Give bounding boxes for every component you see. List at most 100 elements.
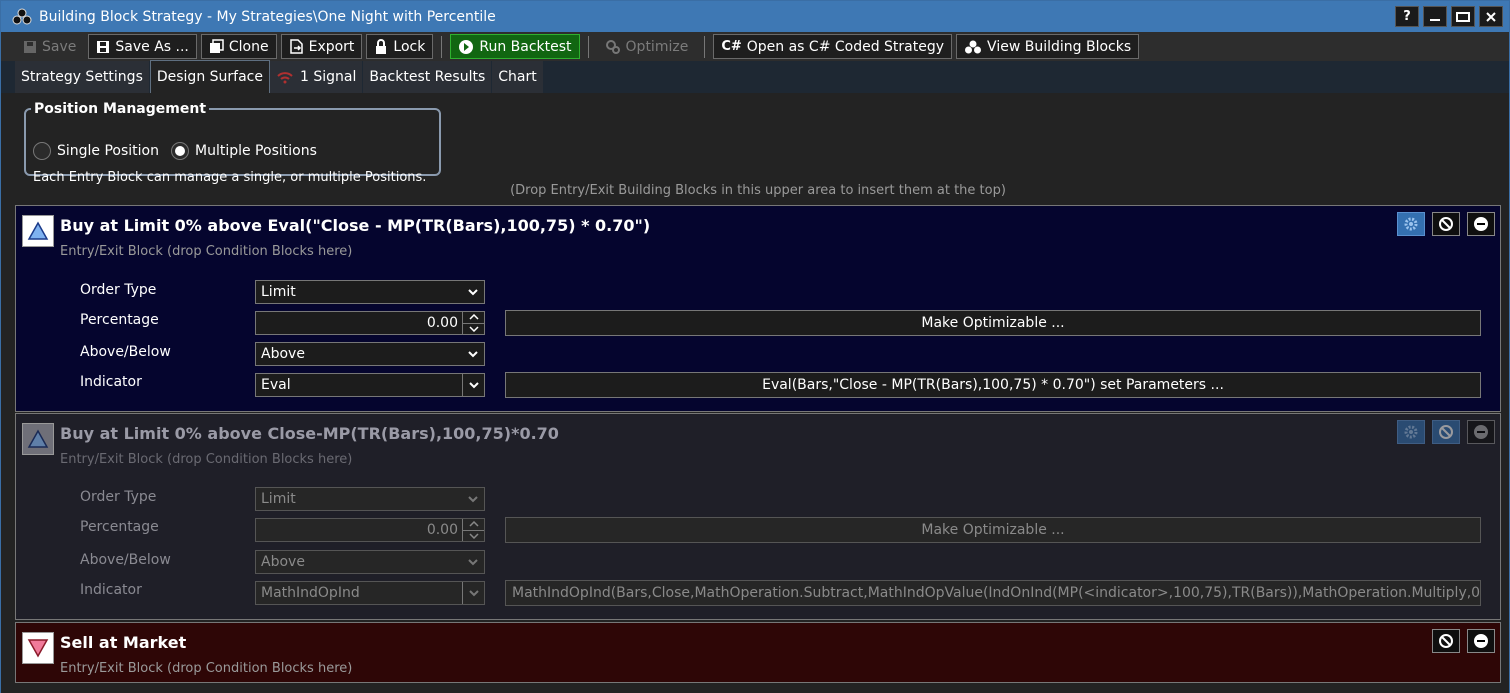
chevron-down-icon[interactable]	[462, 582, 484, 604]
chevron-down-icon	[468, 289, 478, 296]
tab-label: 1 Signal	[299, 69, 357, 85]
position-management-legend: Position Management	[34, 101, 207, 117]
gear-icon	[1404, 425, 1418, 439]
help-button[interactable]: ?	[1395, 6, 1419, 27]
block-subtitle: Entry/Exit Block (drop Condition Blocks …	[60, 244, 353, 259]
buy-triangle-icon	[22, 215, 54, 247]
spin-down-icon[interactable]	[463, 324, 484, 335]
tab-strip: Strategy Settings Design Surface 1 Signa…	[1, 60, 1509, 93]
tab-label: Chart	[498, 69, 537, 85]
make-optimizable-button[interactable]: Make Optimizable ...	[505, 517, 1481, 543]
multiple-positions-label[interactable]: Multiple Positions	[195, 143, 317, 159]
export-button[interactable]: Export	[280, 34, 363, 59]
buy-triangle-icon	[22, 423, 54, 455]
block-remove-button[interactable]	[1467, 420, 1495, 444]
chevron-down-icon	[468, 559, 478, 566]
above-below-select[interactable]: Above	[255, 342, 485, 366]
run-backtest-button[interactable]: Run Backtest	[450, 34, 580, 59]
save-label: Save	[42, 38, 77, 55]
percentage-value: 0.00	[426, 315, 458, 331]
building-blocks-icon	[965, 40, 982, 53]
block-disable-button[interactable]	[1432, 629, 1460, 653]
view-building-blocks-button[interactable]: View Building Blocks	[956, 34, 1140, 59]
optimize-button[interactable]: Optimize	[597, 34, 697, 59]
tab-label: Backtest Results	[369, 69, 486, 85]
indicator-label: Indicator	[80, 582, 142, 598]
make-optimizable-button[interactable]: Make Optimizable ...	[505, 310, 1481, 336]
close-button[interactable]	[1479, 6, 1503, 27]
above-below-value: Above	[261, 554, 305, 570]
single-position-label[interactable]: Single Position	[57, 143, 159, 159]
chevron-down-icon	[468, 496, 478, 503]
block-subtitle: Entry/Exit Block (drop Condition Blocks …	[60, 452, 353, 467]
indicator-select[interactable]: Eval	[255, 373, 485, 397]
open-csharp-button[interactable]: C# Open as C# Coded Strategy	[713, 34, 953, 59]
lock-button[interactable]: Lock	[366, 34, 434, 59]
close-icon	[1486, 11, 1496, 22]
remove-icon	[1474, 217, 1488, 231]
view-building-blocks-label: View Building Blocks	[987, 38, 1132, 55]
exit-block[interactable]: Sell at Market Entry/Exit Block (drop Co…	[15, 622, 1501, 683]
order-type-value: Limit	[261, 491, 296, 507]
gears-icon	[605, 39, 620, 54]
maximize-icon	[1456, 11, 1470, 22]
indicator-parameters-button[interactable]: Eval(Bars,"Close - MP(TR(Bars),100,75) *…	[505, 372, 1481, 398]
single-position-radio[interactable]	[33, 142, 51, 160]
block-remove-button[interactable]	[1467, 212, 1495, 236]
minimize-button[interactable]	[1423, 6, 1447, 27]
multiple-positions-radio[interactable]	[171, 142, 189, 160]
spin-down-icon[interactable]	[463, 531, 484, 542]
tab-chart[interactable]: Chart	[492, 61, 544, 93]
title-bar[interactable]: Building Block Strategy - My Strategies\…	[1, 1, 1509, 32]
above-below-label: Above/Below	[80, 344, 171, 360]
save-button[interactable]: Save	[15, 34, 84, 59]
design-surface: Position Management Single Position Mult…	[1, 93, 1509, 693]
above-below-select[interactable]: Above	[255, 550, 485, 574]
save-as-button[interactable]: Save As ...	[88, 34, 197, 59]
percentage-spinner[interactable]	[462, 519, 484, 541]
percentage-spinner[interactable]	[462, 312, 484, 334]
chevron-down-icon[interactable]	[462, 374, 484, 396]
maximize-button[interactable]	[1451, 6, 1475, 27]
indicator-label: Indicator	[80, 374, 142, 390]
window-title: Building Block Strategy - My Strategies\…	[39, 8, 496, 25]
block-settings-button[interactable]	[1397, 420, 1425, 444]
indicator-select[interactable]: MathIndOpInd	[255, 581, 485, 605]
block-actions	[1432, 629, 1495, 653]
clone-button[interactable]: Clone	[200, 34, 277, 59]
block-actions	[1397, 212, 1495, 236]
open-csharp-label: Open as C# Coded Strategy	[746, 38, 945, 55]
order-type-select[interactable]: Limit	[255, 487, 485, 511]
percentage-input[interactable]: 0.00	[255, 518, 485, 542]
tab-label: Strategy Settings	[21, 69, 143, 85]
chevron-down-icon	[468, 351, 478, 358]
block-remove-button[interactable]	[1467, 629, 1495, 653]
spin-up-icon[interactable]	[463, 519, 484, 531]
block-disable-button[interactable]	[1432, 212, 1460, 236]
disable-icon	[1439, 425, 1453, 439]
clone-icon	[209, 39, 224, 53]
percentage-label: Percentage	[80, 519, 159, 535]
tab-strategy-settings[interactable]: Strategy Settings	[15, 61, 150, 93]
tab-signals[interactable]: 1 Signal	[269, 61, 364, 93]
order-type-select[interactable]: Limit	[255, 280, 485, 304]
order-type-label: Order Type	[80, 489, 157, 505]
tab-design-surface[interactable]: Design Surface	[149, 60, 270, 93]
indicator-parameters-button[interactable]: MathIndOpInd(Bars,Close,MathOperation.Su…	[505, 580, 1481, 606]
spin-up-icon[interactable]	[463, 312, 484, 324]
block-title: Sell at Market	[60, 633, 187, 652]
strategy-window: Building Block Strategy - My Strategies\…	[0, 0, 1510, 693]
tab-backtest-results[interactable]: Backtest Results	[363, 61, 493, 93]
percentage-input[interactable]: 0.00	[255, 311, 485, 335]
entry-block-1[interactable]: Buy at Limit 0% above Eval("Close - MP(T…	[15, 205, 1501, 412]
block-disable-button[interactable]	[1432, 420, 1460, 444]
block-actions	[1397, 420, 1495, 444]
save-as-label: Save As ...	[115, 38, 189, 55]
entry-block-2[interactable]: Buy at Limit 0% above Close-MP(TR(Bars),…	[15, 413, 1501, 620]
signal-icon	[277, 72, 293, 84]
block-settings-button[interactable]	[1397, 212, 1425, 236]
lock-label: Lock	[393, 38, 426, 55]
order-type-label: Order Type	[80, 282, 157, 298]
percentage-value: 0.00	[426, 522, 458, 538]
export-label: Export	[308, 38, 355, 55]
